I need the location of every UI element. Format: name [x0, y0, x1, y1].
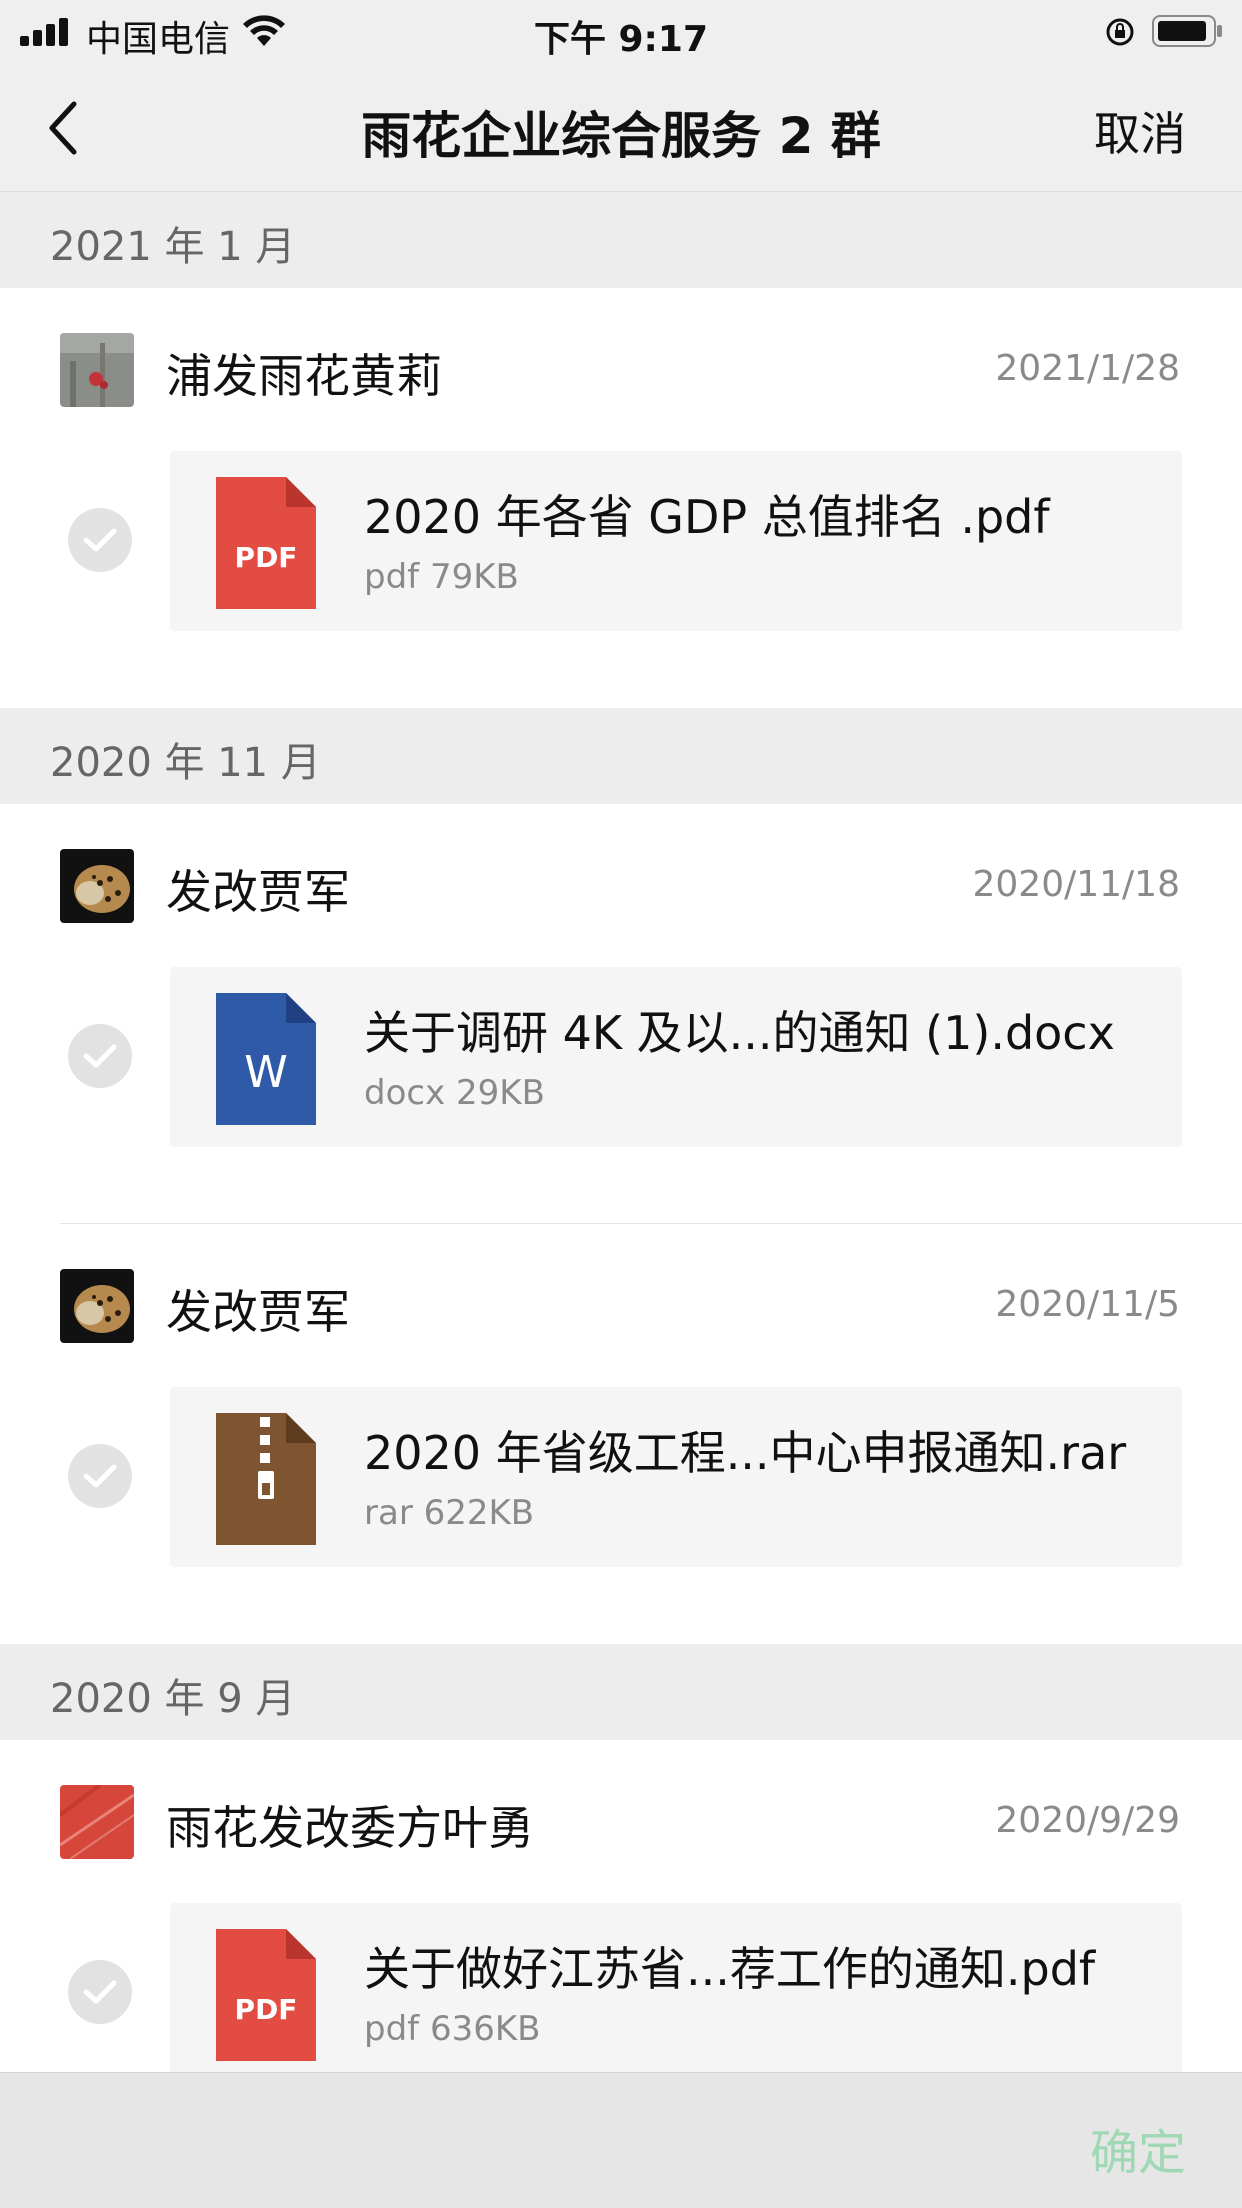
file-name: 2020 年省级工程...中心申报通知.rar — [364, 1426, 1127, 1480]
message-date: 2020/11/18 — [972, 864, 1181, 905]
file-card[interactable]: PDF 关于做好江苏省...荐工作的通知.pdf pdf 636KB — [170, 1903, 1182, 2083]
file-card[interactable]: 2020 年省级工程...中心申报通知.rar rar 622KB — [170, 1387, 1182, 1567]
month-label: 2020 年 11 月 — [50, 740, 321, 786]
status-bar: 中国电信 下午 9:17 — [0, 0, 1242, 62]
sender-name: 浦发雨花黄莉 — [166, 349, 442, 403]
month-header: 2020 年 9 月 — [0, 1644, 1242, 1740]
file-card[interactable]: PDF 2020 年各省 GDP 总值排名 .pdf pdf 79KB — [170, 451, 1182, 631]
bottom-bar: 确定 — [0, 2072, 1242, 2208]
message-date: 2020/9/29 — [995, 1800, 1180, 1841]
file-name: 关于做好江苏省...荐工作的通知.pdf — [364, 1942, 1096, 1996]
checkmark-icon — [83, 1464, 117, 1488]
pdf-label: PDF — [235, 1993, 298, 2026]
time-label: 下午 9:17 — [533, 19, 709, 60]
archive-file-icon — [216, 1413, 316, 1545]
avatar[interactable] — [60, 849, 134, 923]
file-card[interactable]: W 关于调研 4K 及以...的通知 (1).docx docx 29KB — [170, 967, 1182, 1147]
page-title: 雨花企业综合服务 2 群 — [361, 107, 881, 165]
checkmark-icon — [83, 528, 117, 552]
avatar[interactable] — [60, 333, 134, 407]
file-entry[interactable]: 发改贾军 2020/11/18 W 关于调研 4K 及以...的通知 (1).d… — [0, 804, 1242, 1224]
file-meta: docx 29KB — [364, 1073, 545, 1113]
checkmark-icon — [83, 1044, 117, 1068]
avatar[interactable] — [60, 1785, 134, 1859]
avatar[interactable] — [60, 1269, 134, 1343]
select-checkbox[interactable] — [68, 1024, 132, 1088]
select-checkbox[interactable] — [68, 1444, 132, 1508]
confirm-button[interactable]: 确定 — [1090, 2113, 1186, 2183]
word-label: W — [244, 1047, 288, 1098]
file-name: 2020 年各省 GDP 总值排名 .pdf — [364, 490, 1050, 544]
message-date: 2021/1/28 — [995, 348, 1180, 389]
file-meta: pdf 636KB — [364, 2009, 541, 2049]
pdf-file-icon: PDF — [216, 477, 316, 609]
cancel-button[interactable]: 取消 — [1094, 98, 1186, 164]
file-meta: pdf 79KB — [364, 557, 519, 597]
month-header: 2021 年 1 月 — [0, 192, 1242, 288]
sender-name: 发改贾军 — [166, 865, 350, 919]
sender-name: 发改贾军 — [166, 1285, 350, 1339]
month-label: 2020 年 9 月 — [50, 1676, 296, 1722]
pdf-file-icon: PDF — [216, 1929, 316, 2061]
nav-bar: 雨花企业综合服务 2 群 取消 — [0, 62, 1242, 192]
rotation-lock-icon — [1106, 18, 1134, 46]
file-entry[interactable]: 发改贾军 2020/11/5 2020 年省级工程...中心申报通知.rar r… — [0, 1224, 1242, 1644]
select-checkbox[interactable] — [68, 508, 132, 572]
file-list: 2021 年 1 月 浦发雨花黄莉 2021/1/28 PDF 2020 年各省… — [0, 192, 1242, 2160]
select-checkbox[interactable] — [68, 1960, 132, 2024]
month-label: 2021 年 1 月 — [50, 224, 296, 270]
pdf-label: PDF — [235, 541, 298, 574]
word-file-icon: W — [216, 993, 316, 1125]
file-entry[interactable]: 浦发雨花黄莉 2021/1/28 PDF 2020 年各省 GDP 总值排名 .… — [0, 288, 1242, 708]
message-date: 2020/11/5 — [995, 1284, 1180, 1325]
sender-name: 雨花发改委方叶勇 — [166, 1801, 534, 1855]
file-name: 关于调研 4K 及以...的通知 (1).docx — [364, 1006, 1115, 1060]
checkmark-icon — [83, 1980, 117, 2004]
month-header: 2020 年 11 月 — [0, 708, 1242, 804]
file-meta: rar 622KB — [364, 1493, 535, 1533]
battery-icon — [1152, 15, 1222, 47]
